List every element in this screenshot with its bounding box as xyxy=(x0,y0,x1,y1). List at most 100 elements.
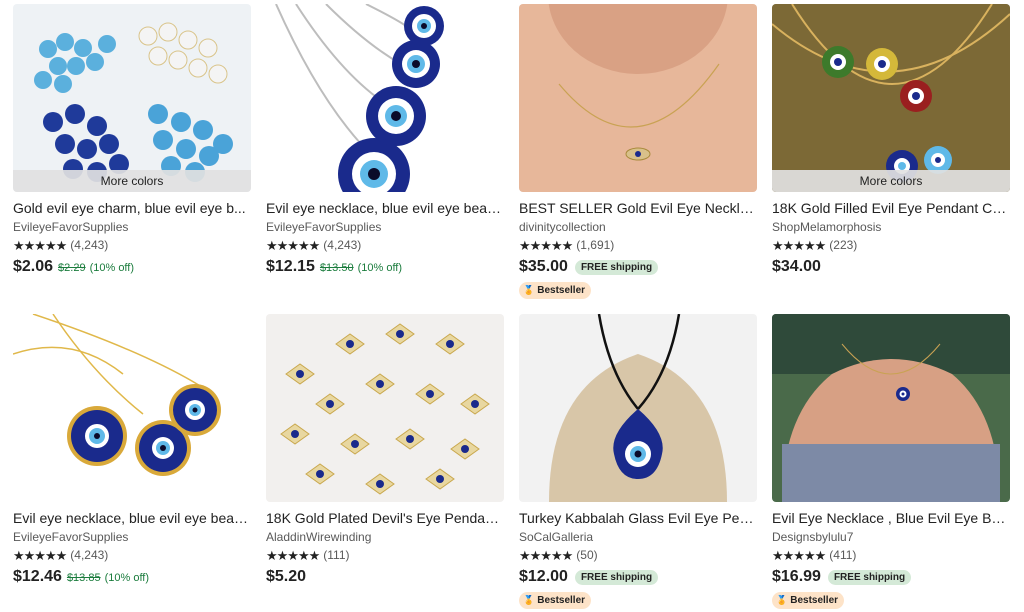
shop-name[interactable]: Designsbylulu7 xyxy=(772,529,1010,545)
glass-eye-pendant-image xyxy=(519,314,757,502)
price: $12.15 xyxy=(266,258,315,275)
review-count: (4,243) xyxy=(70,548,109,562)
price: $35.00 xyxy=(519,258,568,275)
free-shipping-badge: FREE shipping xyxy=(827,569,912,585)
listing-title[interactable]: 18K Gold Filled Evil Eye Pendant Cha... xyxy=(772,199,1010,217)
shop-name[interactable]: EvileyeFavorSupplies xyxy=(266,219,504,235)
review-count: (223) xyxy=(829,238,858,252)
listing-card[interactable]: More colors 18K Gold Filled Evil Eye Pen… xyxy=(772,4,1010,278)
listing-image[interactable] xyxy=(519,4,757,192)
more-colors-overlay[interactable]: More colors xyxy=(772,170,1010,192)
listing-title[interactable]: 18K Gold Plated Devil's Eye Pendant ... xyxy=(266,509,504,527)
shop-name[interactable]: SoCalGalleria xyxy=(519,529,757,545)
discount: (10% off) xyxy=(89,262,135,274)
price-row: $12.46 $13.85 (10% off) xyxy=(13,566,251,588)
price-row: $12.00 FREE shipping xyxy=(519,566,757,588)
price-row: $34.00 xyxy=(772,256,1010,278)
listing-card[interactable]: BEST SELLER Gold Evil Eye Necklace... di… xyxy=(519,4,757,299)
price-row: $16.99 FREE shipping xyxy=(772,566,1010,588)
price: $2.06 xyxy=(13,258,54,275)
shop-name[interactable]: EvileyeFavorSupplies xyxy=(13,529,251,545)
shop-name[interactable]: divinitycollection xyxy=(519,219,757,235)
listing-image[interactable] xyxy=(266,4,504,192)
bestseller-badge: 🏅 Bestseller xyxy=(772,592,845,609)
price-row: $12.15 $13.50 (10% off) xyxy=(266,256,504,278)
star-icon: ★★★★★ xyxy=(772,548,826,563)
free-shipping-badge: FREE shipping xyxy=(574,259,659,275)
listing-card[interactable]: Evil eye necklace, blue evil eye bead...… xyxy=(266,4,504,278)
price: $34.00 xyxy=(772,258,821,275)
bestseller-badge: 🏅 Bestseller xyxy=(519,592,592,609)
star-icon: ★★★★★ xyxy=(266,238,320,253)
listing-title[interactable]: Turkey Kabbalah Glass Evil Eye Pend... xyxy=(519,509,757,527)
original-price: $13.85 xyxy=(66,572,101,584)
star-icon: ★★★★★ xyxy=(13,548,67,563)
bestseller-badge-icon: 🏅 xyxy=(776,595,788,605)
free-shipping-badge: FREE shipping xyxy=(574,569,659,585)
bestseller-label: Bestseller xyxy=(537,595,586,606)
listing-image[interactable] xyxy=(13,314,251,502)
original-price: $2.29 xyxy=(58,262,86,274)
star-icon: ★★★★★ xyxy=(519,548,573,563)
gold-eye-necklace-image xyxy=(519,4,757,192)
review-count: (411) xyxy=(829,548,857,562)
shop-name[interactable]: ShopMelamorphosis xyxy=(772,219,1010,235)
shop-name[interactable]: AladdinWirewinding xyxy=(266,529,504,545)
listing-card[interactable]: 18K Gold Plated Devil's Eye Pendant ... … xyxy=(266,314,504,588)
listing-title[interactable]: Evil Eye Necklace , Blue Evil Eye Bea... xyxy=(772,509,1010,527)
star-icon: ★★★★★ xyxy=(266,548,320,563)
price-row: $2.06 $2.29 (10% off) xyxy=(13,256,251,278)
star-icon: ★★★★★ xyxy=(519,238,573,253)
rating: ★★★★★ (411) xyxy=(772,547,1010,564)
review-count: (4,243) xyxy=(323,238,362,252)
price-row: $35.00 FREE shipping xyxy=(519,256,757,278)
price: $12.46 xyxy=(13,568,62,585)
listing-card[interactable]: Evil Eye Necklace , Blue Evil Eye Bea...… xyxy=(772,314,1010,609)
evil-eye-beads-image xyxy=(13,4,251,192)
star-icon: ★★★★★ xyxy=(772,238,826,253)
bestseller-label: Bestseller xyxy=(537,285,586,296)
listing-title[interactable]: Gold evil eye charm, blue evil eye b... xyxy=(13,199,251,217)
rating: ★★★★★ (4,243) xyxy=(13,547,251,564)
listing-grid: More colors Gold evil eye charm, blue ev… xyxy=(0,0,1024,612)
bestseller-badge-icon: 🏅 xyxy=(523,285,535,295)
evil-eye-necklaces-image xyxy=(266,4,504,192)
listing-card[interactable]: More colors Gold evil eye charm, blue ev… xyxy=(13,4,251,278)
price: $12.00 xyxy=(519,568,568,585)
more-colors-overlay[interactable]: More colors xyxy=(13,170,251,192)
shop-name[interactable]: EvileyeFavorSupplies xyxy=(13,219,251,235)
bestseller-label: Bestseller xyxy=(790,595,839,606)
gold-pendants-image xyxy=(772,4,1010,192)
listing-title[interactable]: Evil eye necklace, blue evil eye bead... xyxy=(266,199,504,217)
listing-card[interactable]: Turkey Kabbalah Glass Evil Eye Pend... S… xyxy=(519,314,757,609)
original-price: $13.50 xyxy=(319,262,354,274)
rating: ★★★★★ (4,243) xyxy=(266,237,504,254)
rating: ★★★★★ (4,243) xyxy=(13,237,251,254)
listing-image[interactable] xyxy=(519,314,757,502)
price: $5.20 xyxy=(266,568,307,585)
rating: ★★★★★ (111) xyxy=(266,547,504,564)
rating: ★★★★★ (50) xyxy=(519,547,757,564)
review-count: (111) xyxy=(323,548,350,562)
rhinestone-eye-pendants-image xyxy=(266,314,504,502)
bestseller-badge-icon: 🏅 xyxy=(523,595,535,605)
review-count: (1,691) xyxy=(576,238,615,252)
listing-image[interactable]: More colors xyxy=(772,4,1010,192)
rating: ★★★★★ (223) xyxy=(772,237,1010,254)
listing-card[interactable]: Evil eye necklace, blue evil eye bead...… xyxy=(13,314,251,588)
review-count: (50) xyxy=(576,548,598,562)
gold-framed-eye-necklaces-image xyxy=(13,314,251,502)
review-count: (4,243) xyxy=(70,238,109,252)
listing-title[interactable]: BEST SELLER Gold Evil Eye Necklace... xyxy=(519,199,757,217)
listing-image[interactable] xyxy=(266,314,504,502)
price: $16.99 xyxy=(772,568,821,585)
bestseller-badge: 🏅 Bestseller xyxy=(519,282,592,299)
listing-title[interactable]: Evil eye necklace, blue evil eye bead... xyxy=(13,509,251,527)
woman-wearing-necklace-image xyxy=(772,314,1010,502)
star-icon: ★★★★★ xyxy=(13,238,67,253)
listing-image[interactable]: More colors xyxy=(13,4,251,192)
listing-image[interactable] xyxy=(772,314,1010,502)
discount: (10% off) xyxy=(104,572,150,584)
discount: (10% off) xyxy=(357,262,403,274)
price-row: $5.20 xyxy=(266,566,504,588)
